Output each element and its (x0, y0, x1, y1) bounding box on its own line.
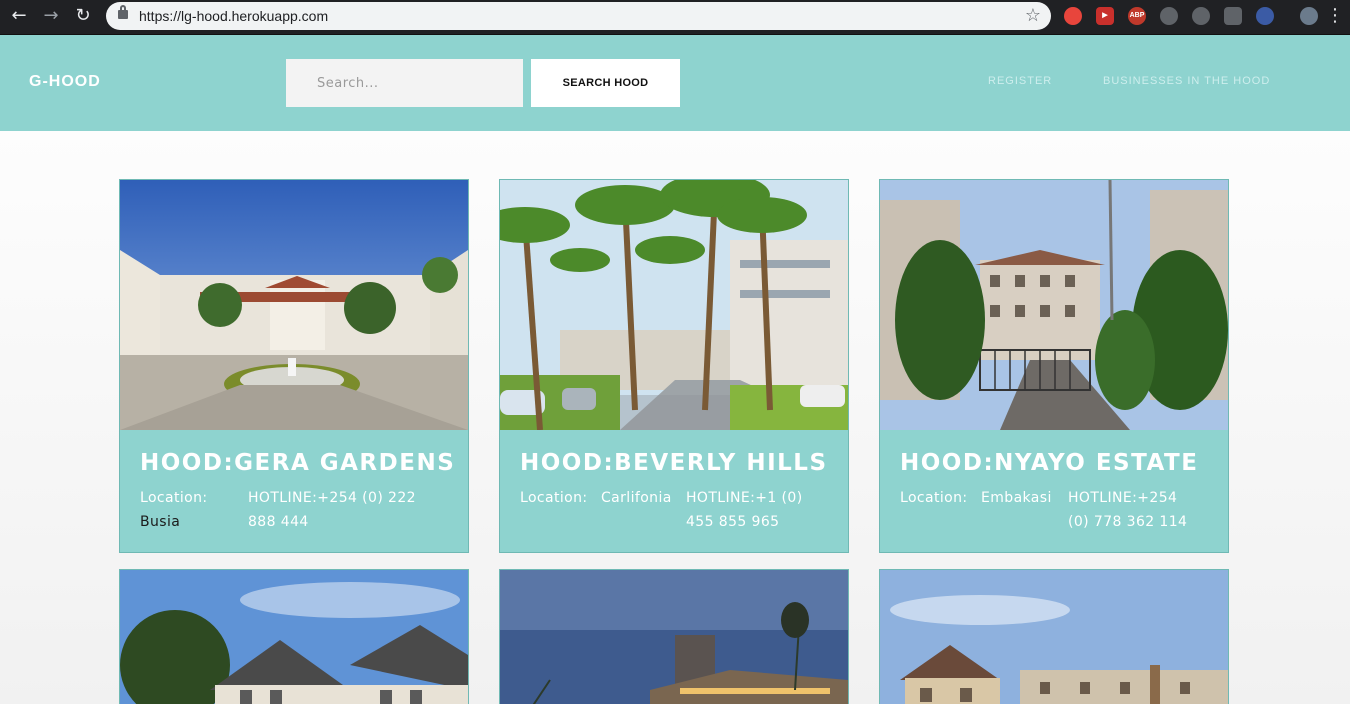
hood-card[interactable]: HOOD:BEVERLY HILLS Location: Carlifonia … (499, 179, 849, 553)
hood-card[interactable] (499, 569, 849, 704)
location-block: Location: (900, 486, 968, 510)
back-arrow-icon[interactable]: ← (6, 5, 32, 27)
hood-image (500, 570, 848, 704)
hood-title[interactable]: HOOD:NYAYO ESTATE (900, 450, 1198, 476)
hood-title[interactable]: HOOD:GERA GARDENS (140, 450, 455, 476)
hood-card[interactable] (879, 569, 1229, 704)
profile-avatar[interactable] (1300, 7, 1318, 25)
location-value: Carlifonia (601, 490, 672, 506)
location-label: Location: (140, 490, 208, 506)
reload-icon[interactable]: ↻ (70, 5, 96, 27)
search-hood-button[interactable]: SEARCH HOOD (531, 59, 680, 107)
adblock-icon[interactable]: ABP (1128, 7, 1146, 25)
extension-shield-icon[interactable] (1064, 7, 1082, 25)
hood-info: HOOD:GERA GARDENS Location: Busia HOTLIN… (120, 430, 468, 552)
hotline-line-1: HOTLINE:+1 (0) (686, 490, 803, 506)
hotline-block: HOTLINE:+254 (0) 222 888 444 (248, 486, 416, 534)
address-bar[interactable]: https://lg-hood.herokuapp.com ☆ (106, 2, 1051, 30)
hood-image (880, 570, 1228, 704)
site-navbar: G-HOOD SEARCH HOOD REGISTER BUSINESSES I… (0, 35, 1350, 131)
address-url[interactable]: https://lg-hood.herokuapp.com (139, 2, 328, 30)
hood-card[interactable] (119, 569, 469, 704)
extension-globe-icon[interactable] (1256, 7, 1274, 25)
hood-image (880, 180, 1228, 430)
lock-icon (118, 5, 128, 19)
location-block: Location: Busia (140, 486, 208, 534)
search-input[interactable] (286, 59, 523, 107)
extension-camera-icon[interactable] (1224, 7, 1242, 25)
hood-grid: HOOD:GERA GARDENS Location: Busia HOTLIN… (0, 131, 1350, 704)
hotline-block: HOTLINE:+254 (0) 778 362 114 (1068, 486, 1187, 534)
extension-wordpress-icon[interactable] (1192, 7, 1210, 25)
hotline-block: HOTLINE:+1 (0) 455 855 965 (686, 486, 803, 534)
location-value: Busia (140, 514, 181, 530)
forward-arrow-icon[interactable]: → (38, 5, 64, 27)
hotline-line-1: HOTLINE:+254 (1068, 490, 1178, 506)
hotline-line-2: 455 855 965 (686, 514, 780, 530)
hotline-line-2: (0) 778 362 114 (1068, 514, 1188, 530)
hotline-line-1: HOTLINE:+254 (0) 222 (248, 490, 416, 506)
hood-title[interactable]: HOOD:BEVERLY HILLS (520, 450, 828, 476)
browser-menu-icon[interactable]: ⋮ (1326, 4, 1344, 28)
location-block: Location: (520, 486, 588, 510)
hood-info: HOOD:NYAYO ESTATE Location: Embakasi HOT… (880, 430, 1228, 552)
hood-info: HOOD:BEVERLY HILLS Location: Carlifonia … (500, 430, 848, 552)
hood-card[interactable]: HOOD:NYAYO ESTATE Location: Embakasi HOT… (879, 179, 1229, 553)
location-value: Embakasi (981, 490, 1052, 506)
browser-toolbar: ← → ↻ https://lg-hood.herokuapp.com ☆ ▶ … (0, 0, 1350, 35)
hood-image (120, 570, 468, 704)
register-link[interactable]: REGISTER (988, 75, 1052, 87)
hood-image (120, 180, 468, 430)
brand-logo[interactable]: G-HOOD (29, 73, 101, 91)
location-label: Location: (520, 490, 588, 506)
businesses-link[interactable]: BUSINESSES IN THE HOOD (1103, 75, 1270, 87)
hotline-line-2: 888 444 (248, 514, 309, 530)
location-label: Location: (900, 490, 968, 506)
extension-bike-icon[interactable] (1160, 7, 1178, 25)
hood-image (500, 180, 848, 430)
bookmark-star-icon[interactable]: ☆ (1025, 5, 1041, 27)
hood-card[interactable]: HOOD:GERA GARDENS Location: Busia HOTLIN… (119, 179, 469, 553)
extension-play-icon[interactable]: ▶ (1096, 7, 1114, 25)
